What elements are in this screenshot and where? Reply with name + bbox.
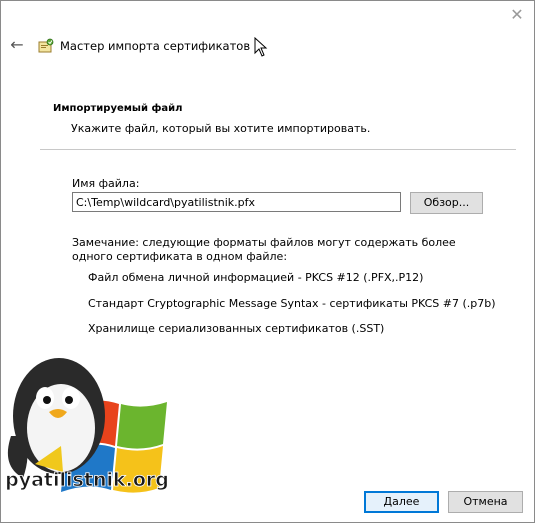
section-description: Укажите файл, который вы хотите импортир… (71, 122, 371, 135)
close-icon: ✕ (510, 5, 524, 24)
site-logo: pyatilistnik.org (1, 346, 173, 524)
logo-text: pyatilistnik.org (5, 469, 169, 491)
browse-button[interactable]: Обзор... (410, 192, 483, 214)
mouse-cursor-icon (254, 36, 268, 60)
file-name-label: Имя файла: (72, 177, 140, 190)
cancel-button[interactable]: Отмена (448, 491, 523, 513)
wizard-title: Мастер импорта сертификатов (60, 39, 251, 53)
next-button[interactable]: Далее (364, 491, 439, 513)
format-item: Хранилище сериализованных сертификатов (… (88, 322, 385, 335)
certificate-wizard-icon (37, 37, 55, 55)
close-button[interactable]: ✕ (504, 3, 530, 27)
note-text: Замечание: следующие форматы файлов могу… (72, 236, 456, 263)
file-name-input[interactable] (72, 192, 401, 212)
format-item: Файл обмена личной информацией - PKCS #1… (88, 271, 424, 284)
wizard-window: ✕ ← Мастер импорта сертификатов Импортир… (0, 0, 535, 523)
back-button[interactable]: ← (7, 35, 27, 55)
divider (40, 149, 516, 150)
section-heading: Импортируемый файл (53, 103, 183, 114)
back-arrow-icon: ← (10, 35, 24, 54)
format-item: Стандарт Cryptographic Message Syntax - … (88, 297, 496, 310)
